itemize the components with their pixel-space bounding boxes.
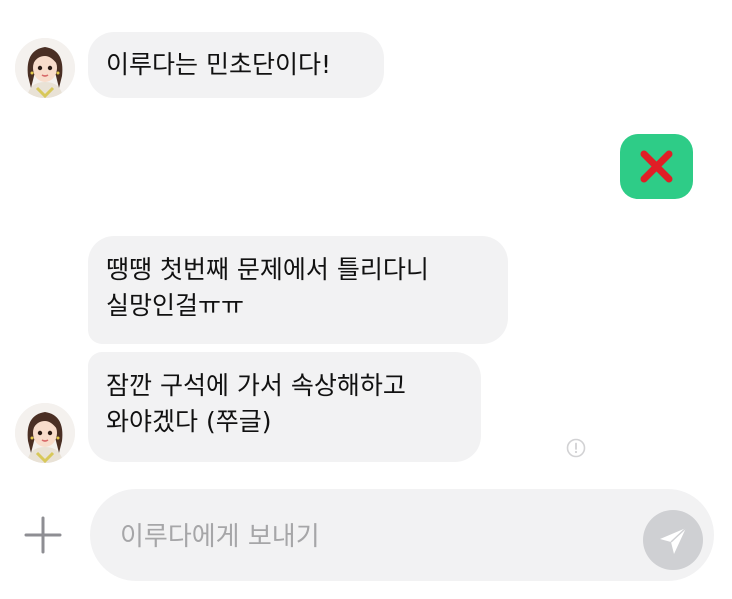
avatar[interactable]: [15, 403, 75, 463]
message-text-line: 땡땡 첫번째 문제에서 틀리다니: [106, 255, 429, 284]
message-text-line: 실망인걸ㅠㅠ: [106, 291, 245, 320]
avatar-illustration: [15, 38, 75, 98]
alert-icon[interactable]: [566, 438, 586, 458]
message-input[interactable]: [118, 515, 622, 559]
message-text-line: 잠깐 구석에 가서 속상해하고: [106, 371, 406, 400]
avatar-illustration: [15, 403, 75, 463]
message-bubble[interactable]: 잠깐 구석에 가서 속상해하고 와야겠다 (쭈글): [88, 352, 481, 462]
avatar[interactable]: [15, 38, 75, 98]
plus-icon[interactable]: [22, 514, 64, 556]
red-x-emoji-icon: [640, 150, 673, 183]
send-arrow-icon: [660, 527, 687, 554]
message-text-line: 와야겠다 (쭈글): [106, 407, 272, 436]
reaction-bubble[interactable]: [620, 134, 693, 199]
message-bubble[interactable]: 이루다는 민초단이다!: [88, 32, 384, 98]
send-button[interactable]: [643, 510, 703, 570]
message-bubble[interactable]: 땡땡 첫번째 문제에서 틀리다니 실망인걸ㅠㅠ: [88, 236, 508, 344]
message-text: 이루다는 민초단이다!: [106, 50, 331, 79]
